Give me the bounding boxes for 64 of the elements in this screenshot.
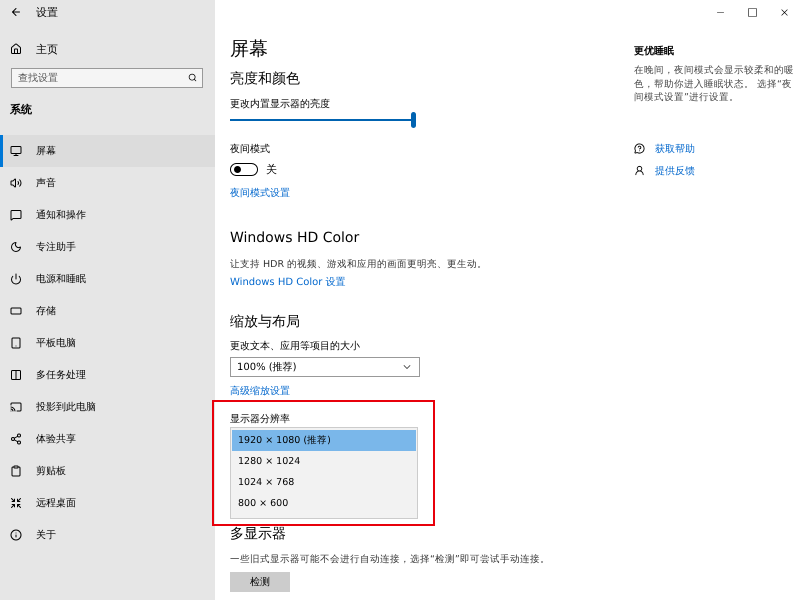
search-icon[interactable] <box>188 73 197 82</box>
toggle-state: 关 <box>266 162 277 177</box>
sidebar-item[interactable]: 专注助手 <box>0 231 215 263</box>
dropdown-label: 更改文本、应用等项目的大小 <box>230 340 361 353</box>
section-heading: 亮度和颜色 <box>230 70 301 89</box>
brightness-slider[interactable] <box>230 112 416 128</box>
dropdown-label: 显示器分辨率 <box>230 412 291 426</box>
back-icon[interactable] <box>10 6 22 18</box>
sidebar-item[interactable]: 存储 <box>0 295 215 327</box>
moon-icon <box>10 241 22 253</box>
sidebar-item[interactable]: 平板电脑 <box>0 327 215 359</box>
sidebar-item[interactable]: 剪贴板 <box>0 455 215 487</box>
slider-label: 更改内置显示器的亮度 <box>230 98 331 111</box>
power-icon <box>10 273 22 285</box>
resolution-option[interactable]: 1920 × 1080 (推荐) <box>232 430 416 451</box>
monitor-icon <box>10 145 22 157</box>
message-icon <box>10 209 22 221</box>
storage-icon <box>10 305 22 317</box>
sidebar-item[interactable]: 关于 <box>0 519 215 551</box>
page-title: 屏幕 <box>230 37 269 62</box>
home-item[interactable]: 主页 <box>0 38 215 60</box>
scaling-link[interactable]: 高级缩放设置 <box>230 384 290 398</box>
sidebar-item[interactable]: 投影到此电脑 <box>0 391 215 423</box>
resolution-option[interactable]: 1280 × 1024 <box>232 451 416 472</box>
help-icon <box>634 143 645 154</box>
columns-icon <box>10 369 22 381</box>
section-description: 一些旧式显示器可能不会进行自动连接，选择“检测”即可尝试手动连接。 <box>230 553 551 566</box>
sidebar-item[interactable]: 屏幕 <box>0 135 215 167</box>
sidebar-item[interactable]: 远程桌面 <box>0 487 215 519</box>
section-heading: 缩放与布局 <box>230 313 301 332</box>
section-description: 让支持 HDR 的视频、游戏和应用的画面更明亮、更生动。 <box>230 258 488 271</box>
clipboard-icon <box>10 465 22 477</box>
section-heading: Windows HD Color <box>230 230 360 248</box>
feedback-icon <box>634 165 645 176</box>
detect-button[interactable]: 检测 <box>230 572 290 592</box>
shrink-icon <box>10 497 22 509</box>
cast-icon <box>10 401 22 413</box>
sidebar-item[interactable]: 通知和操作 <box>0 199 215 231</box>
tablet-icon <box>10 337 22 349</box>
night-mode-link[interactable]: 夜间模式设置 <box>230 186 290 200</box>
toggle-label: 夜间模式 <box>230 142 271 156</box>
home-icon <box>10 43 22 55</box>
aside-text: 在晚间，夜间模式会显示较柔和的暖色，帮助你进入睡眠状态。 选择“夜间模式设置”进行设置。 <box>634 64 795 104</box>
sidebar-item[interactable]: 声音 <box>0 167 215 199</box>
night-mode-toggle[interactable] <box>230 163 258 176</box>
scale-dropdown[interactable]: 100% (推荐) <box>230 357 420 377</box>
resolution-option[interactable]: 1024 × 768 <box>232 472 416 493</box>
aside-heading: 更优睡眠 <box>634 44 675 58</box>
window-title: 设置 <box>36 4 58 20</box>
aside-link[interactable]: 提供反馈 <box>655 164 695 178</box>
sidebar-item[interactable]: 体验共享 <box>0 423 215 455</box>
maximize-icon[interactable] <box>746 6 758 18</box>
sidebar-item[interactable]: 电源和睡眠 <box>0 263 215 295</box>
aside-link[interactable]: 获取帮助 <box>655 142 695 156</box>
info-icon <box>10 529 22 541</box>
section-heading: 多显示器 <box>230 525 287 544</box>
sidebar-item[interactable]: 多任务处理 <box>0 359 215 391</box>
section-heading: 系统 <box>9 102 33 118</box>
search-field[interactable]: 查找设置 <box>11 68 203 88</box>
speaker-icon <box>10 177 22 189</box>
close-icon[interactable] <box>778 6 790 18</box>
hdr-link[interactable]: Windows HD Color 设置 <box>230 275 346 289</box>
share-icon <box>10 433 22 445</box>
resolution-option[interactable]: 800 × 600 <box>232 493 416 514</box>
